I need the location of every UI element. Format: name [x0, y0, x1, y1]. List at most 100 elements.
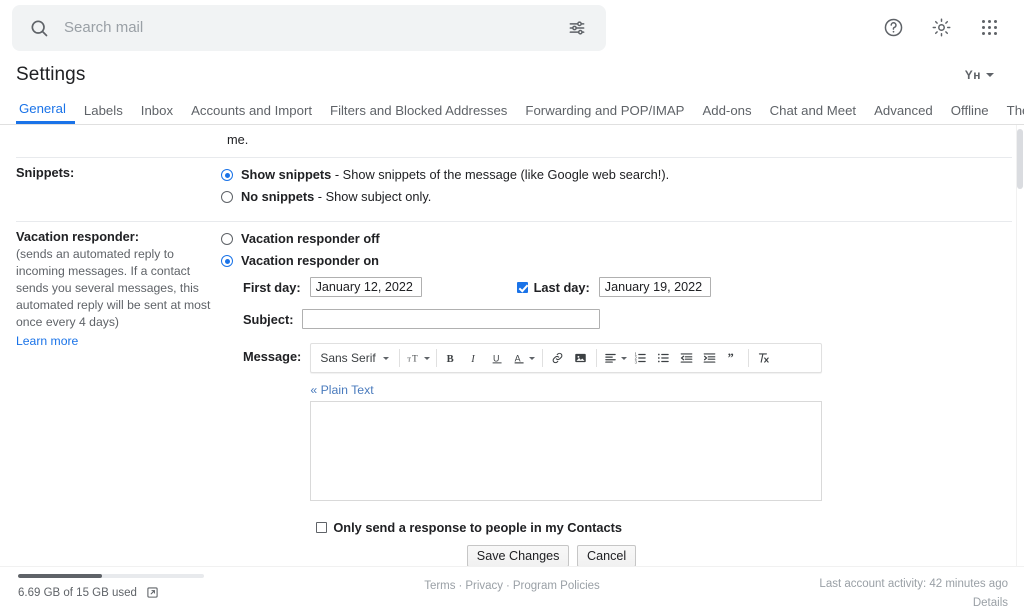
contacts-only-row[interactable]: Only send a response to people in my Con… — [316, 520, 822, 535]
learn-more-link[interactable]: Learn more — [16, 334, 78, 348]
snippets-show-bold: Show snippets — [241, 167, 332, 182]
svg-text:3: 3 — [635, 359, 638, 364]
tab-chat-and-meet[interactable]: Chat and Meet — [761, 104, 866, 124]
vacation-off-label: Vacation responder off — [241, 231, 380, 247]
search-icon[interactable] — [22, 11, 56, 45]
vertical-scrollbar[interactable] — [1016, 125, 1024, 566]
vacation-learn-more-wrap: Learn more — [16, 333, 221, 350]
tune-icon[interactable] — [560, 11, 594, 45]
last-day-input[interactable] — [598, 277, 711, 297]
storage-bar-fill — [18, 574, 102, 578]
radio-show-snippets[interactable] — [221, 169, 233, 181]
last-activity-text: Last account activity: 42 minutes ago — [819, 578, 1008, 590]
details-link[interactable]: Details — [973, 597, 1008, 609]
font-family-select[interactable]: Sans Serif — [315, 347, 394, 369]
snippets-show-rest: - Show snippets of the message (like Goo… — [331, 167, 670, 182]
snippets-label: Snippets: — [16, 157, 221, 222]
tab-filters-and-blocked-addresses[interactable]: Filters and Blocked Addresses — [321, 104, 516, 124]
search-input[interactable] — [56, 18, 560, 37]
tab-add-ons[interactable]: Add-ons — [693, 104, 760, 124]
svg-text:B: B — [447, 354, 454, 365]
numbered-list-icon[interactable]: 123 — [630, 347, 652, 369]
radio-no-snippets[interactable] — [221, 191, 233, 203]
tab-forwarding-and-pop-imap[interactable]: Forwarding and POP/IMAP — [516, 104, 693, 124]
radio-vacation-off[interactable] — [221, 233, 233, 245]
message-row: Message: Sans Serif TT B I U A 1 2 3 ” «… — [243, 343, 1012, 535]
date-row: First day: Last day: — [243, 277, 1012, 297]
settings-inner: me. Snippets: Show snippets - Show snipp… — [0, 125, 1016, 566]
remove-formatting-icon[interactable] — [753, 347, 775, 369]
link-icon[interactable] — [547, 347, 569, 369]
terms-link[interactable]: Terms — [424, 580, 455, 592]
gear-icon[interactable] — [924, 11, 958, 45]
scrollbar-thumb[interactable] — [1017, 129, 1023, 189]
align-icon[interactable] — [601, 347, 629, 369]
text-color-icon[interactable]: A — [510, 347, 538, 369]
svg-text:”: ” — [728, 351, 734, 365]
snippets-option-none[interactable]: No snippets - Show subject only. — [221, 189, 1012, 205]
vacation-on-label: Vacation responder on — [241, 253, 379, 269]
apps-grid-icon[interactable] — [972, 11, 1006, 45]
privacy-link[interactable]: Privacy — [465, 580, 503, 592]
snippets-none-rest: - Show subject only. — [314, 189, 432, 204]
search-bar[interactable] — [12, 4, 606, 51]
font-size-icon[interactable]: TT — [404, 347, 432, 369]
language-indicator[interactable]: Yн — [965, 68, 1008, 82]
formatting-toolbar: Sans Serif TT B I U A 1 2 3 ” — [310, 343, 823, 373]
tab-themes[interactable]: Themes — [998, 104, 1024, 124]
snippets-options: Show snippets - Show snippets of the mes… — [221, 157, 1012, 222]
vacation-on-text: Vacation responder on — [241, 253, 379, 268]
underline-icon[interactable]: U — [487, 347, 509, 369]
message-editor: Sans Serif TT B I U A 1 2 3 ” « Plain Te… — [310, 343, 823, 535]
vacation-off-option[interactable]: Vacation responder off — [221, 231, 1012, 247]
radio-vacation-on[interactable] — [221, 255, 233, 267]
tab-advanced[interactable]: Advanced — [865, 104, 942, 124]
snippets-none-bold: No snippets — [241, 189, 315, 204]
row-vacation-responder: Vacation responder: (sends an automated … — [16, 222, 1012, 566]
tab-accounts-and-import[interactable]: Accounts and Import — [182, 104, 321, 124]
snippets-option-show[interactable]: Show snippets - Show snippets of the mes… — [221, 167, 1012, 183]
first-day-label: First day: — [243, 279, 301, 295]
tab-offline[interactable]: Offline — [942, 104, 998, 124]
insert-image-icon[interactable] — [570, 347, 592, 369]
vacation-description: (sends an automated reply to incoming me… — [16, 247, 211, 329]
vacation-on-option[interactable]: Vacation responder on — [221, 253, 1012, 269]
tab-general[interactable]: General — [16, 102, 75, 124]
subject-input[interactable] — [302, 309, 601, 329]
checkbox-contacts-only[interactable] — [316, 522, 328, 533]
vacation-body: Vacation responder off Vacation responde… — [221, 222, 1012, 566]
italic-icon[interactable]: I — [464, 347, 486, 369]
help-icon[interactable] — [876, 11, 910, 45]
toolbar-divider — [595, 349, 597, 367]
subject-label: Subject: — [243, 311, 294, 327]
svg-text:T: T — [412, 354, 418, 364]
message-textarea[interactable] — [310, 401, 823, 501]
snippets-none-label: No snippets - Show subject only. — [241, 189, 431, 205]
checkbox-last-day[interactable] — [516, 281, 528, 293]
quote-icon[interactable]: ” — [722, 347, 744, 369]
partial-row: me. — [16, 125, 1012, 158]
toolbar-divider — [398, 349, 400, 367]
tab-labels[interactable]: Labels — [75, 104, 132, 124]
save-changes-button[interactable]: Save Changes — [466, 545, 570, 566]
storage-bar — [18, 574, 204, 578]
svg-text:A: A — [514, 353, 520, 363]
program-policies-link[interactable]: Program Policies — [513, 580, 600, 592]
first-day-input[interactable] — [309, 277, 422, 297]
bold-icon[interactable]: B — [441, 347, 463, 369]
chevron-down-icon — [986, 73, 994, 77]
partial-body: me. — [221, 125, 1012, 158]
snippets-show-label: Show snippets - Show snippets of the mes… — [241, 167, 669, 183]
toolbar-divider — [747, 349, 749, 367]
row-snippets: Snippets: Show snippets - Show snippets … — [16, 157, 1012, 222]
contacts-only-label: Only send a response to people in my Con… — [333, 520, 623, 535]
tab-inbox[interactable]: Inbox — [132, 104, 182, 124]
cancel-button[interactable]: Cancel — [576, 545, 637, 566]
topbar-actions — [876, 11, 1010, 45]
outdent-icon[interactable] — [676, 347, 698, 369]
indent-icon[interactable] — [699, 347, 721, 369]
last-day-group: Last day: — [516, 277, 711, 297]
settings-tabs: General Labels Inbox Accounts and Import… — [0, 95, 1024, 125]
plain-text-link[interactable]: « Plain Text — [310, 383, 822, 397]
bulleted-list-icon[interactable] — [653, 347, 675, 369]
